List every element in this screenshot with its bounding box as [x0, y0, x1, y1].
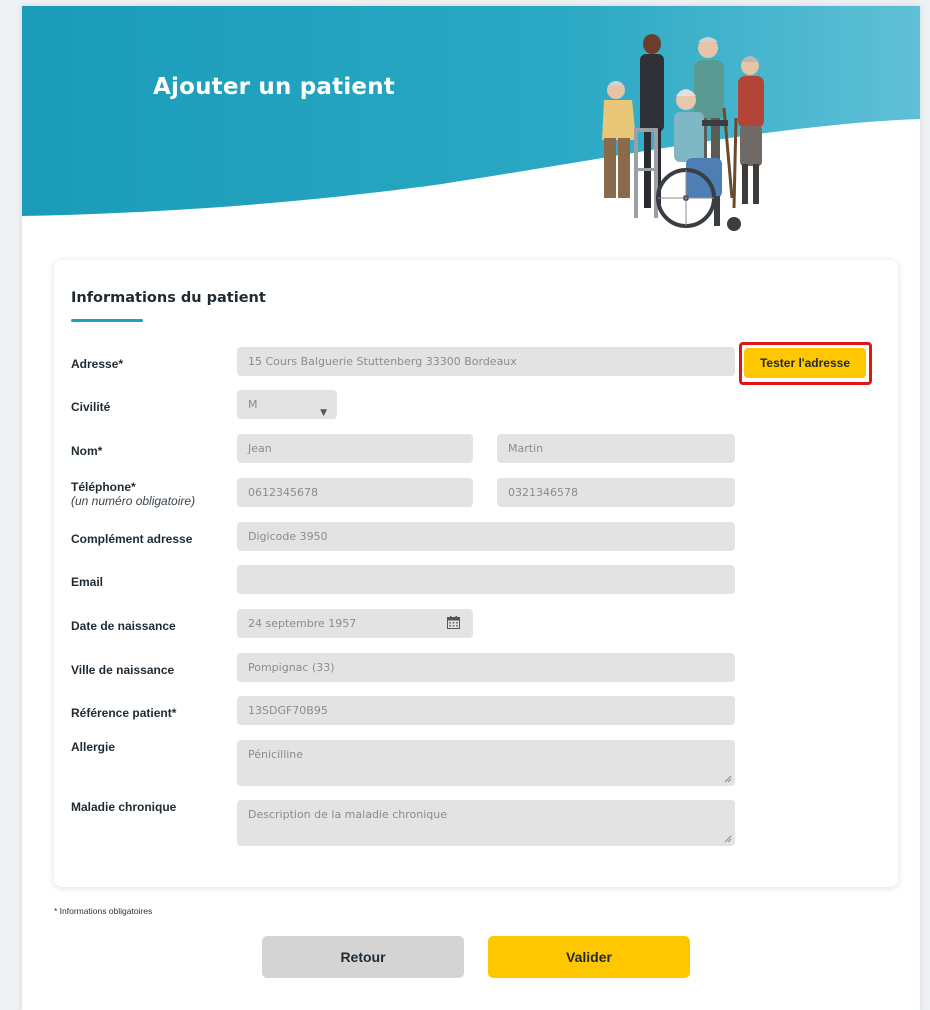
patient-info-card: Informations du patient Adresse* 15 Cour…	[54, 260, 898, 887]
section-underline	[71, 319, 143, 322]
phone-sublabel: (un numéro obligatoire)	[71, 494, 196, 508]
birth-city-label: Ville de naissance	[71, 663, 175, 677]
test-address-highlight	[739, 342, 872, 385]
chevron-down-icon: ▼	[320, 408, 327, 418]
allergy-value: Pénicilline	[248, 748, 304, 761]
birth-date-field[interactable]: 24 septembre 1957	[237, 609, 473, 638]
allergy-label: Allergie	[71, 740, 116, 754]
phone-primary-field[interactable]: 0612345678	[237, 478, 473, 507]
required-footnote: * Informations obligatoires	[54, 906, 153, 916]
phone-label: Téléphone*	[71, 480, 136, 494]
birth-date-value: 24 septembre 1957	[248, 617, 357, 630]
chronic-disease-label: Maladie chronique	[71, 800, 177, 814]
civility-value: M	[248, 398, 258, 411]
chronic-disease-textarea[interactable]: Description de la maladie chronique	[237, 800, 735, 846]
address-field[interactable]: 15 Cours Balguerie Stuttenberg 33300 Bor…	[237, 347, 735, 376]
patient-ref-label: Référence patient*	[71, 706, 177, 720]
last-name-field[interactable]: Martin	[497, 434, 735, 463]
allergy-textarea[interactable]: Pénicilline	[237, 740, 735, 786]
birth-city-field[interactable]: Pompignac (33)	[237, 653, 735, 682]
address-complement-label: Complément adresse	[71, 532, 193, 546]
elderly-people-illustration	[602, 34, 764, 231]
first-name-field[interactable]: Jean	[237, 434, 473, 463]
email-label: Email	[71, 575, 104, 589]
address-label: Adresse*	[71, 357, 124, 371]
patient-ref-field[interactable]: 13SDGF70B95	[237, 696, 735, 725]
chronic-disease-placeholder: Description de la maladie chronique	[248, 808, 448, 821]
email-field[interactable]	[237, 565, 735, 594]
section-title: Informations du patient	[71, 290, 266, 306]
back-button[interactable]: Retour	[262, 936, 464, 978]
submit-button[interactable]: Valider	[488, 936, 690, 978]
page-container: Ajouter un patient Informations du patie…	[22, 6, 920, 1010]
header-banner: Ajouter un patient	[22, 6, 920, 246]
civility-label: Civilité	[71, 400, 111, 414]
resize-grip-icon[interactable]	[724, 835, 732, 843]
resize-grip-icon[interactable]	[724, 775, 732, 783]
calendar-icon[interactable]	[447, 616, 460, 629]
phone-secondary-field[interactable]: 0321346578	[497, 478, 735, 507]
birth-date-label: Date de naissance	[71, 619, 176, 633]
header-wave	[22, 6, 920, 216]
civility-select[interactable]: M ▼	[237, 390, 337, 419]
name-label: Nom*	[71, 444, 103, 458]
page-title: Ajouter un patient	[153, 74, 395, 100]
address-complement-field[interactable]: Digicode 3950	[237, 522, 735, 551]
